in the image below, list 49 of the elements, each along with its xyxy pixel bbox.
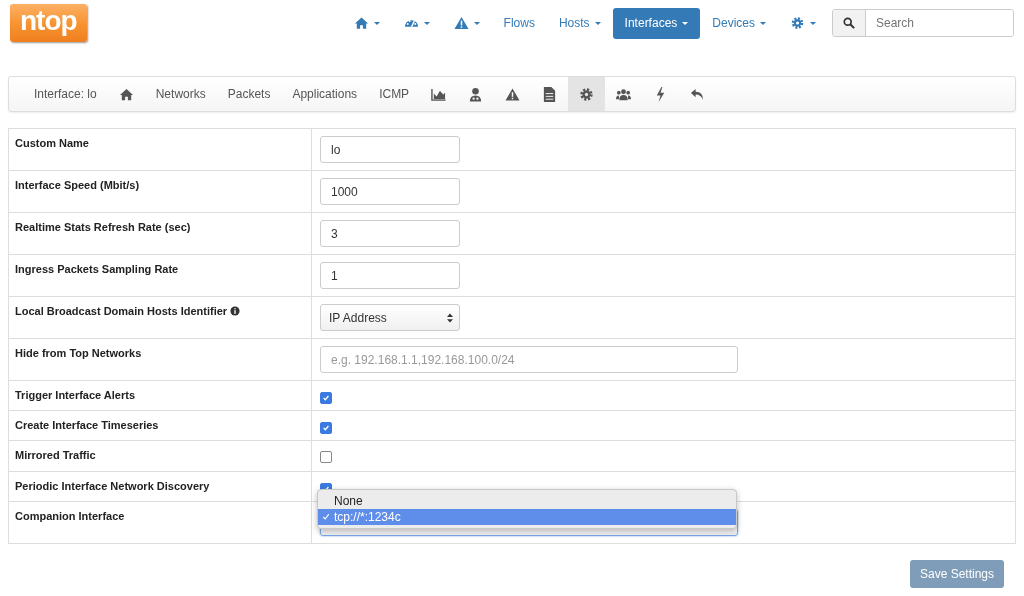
text-input[interactable]: e.g. 192.168.1.1,192.168.100.0/24 <box>320 346 738 373</box>
interface-tab[interactable]: Networks <box>144 77 217 111</box>
nav-menu-item[interactable]: Devices <box>700 7 778 39</box>
search-field[interactable]: Search <box>832 9 1014 37</box>
setting-label: Realtime Stats Refresh Rate (sec) <box>8 212 312 255</box>
setting-label: Create Interface Timeseries <box>8 410 312 441</box>
setting-label: Local Broadcast Domain Hosts Identifier <box>8 296 312 339</box>
interface-tab[interactable]: Applications <box>281 77 369 111</box>
setting-label: Ingress Packets Sampling Rate <box>8 254 312 297</box>
checkbox[interactable] <box>320 392 332 404</box>
reply-arrow-icon <box>690 86 706 102</box>
home-icon <box>118 86 134 102</box>
gear-icon <box>790 16 805 30</box>
checkbox[interactable] <box>320 422 332 434</box>
setting-label: Companion Interface <box>8 501 312 544</box>
setting-label: Custom Name <box>8 128 312 171</box>
setting-label: Hide from Top Networks <box>8 338 312 381</box>
setting-label: Periodic Interface Network Discovery <box>8 471 312 502</box>
checkbox[interactable] <box>320 451 332 463</box>
document-icon <box>542 86 558 102</box>
check-icon <box>322 394 330 402</box>
search-icon <box>843 17 855 29</box>
check-icon <box>322 424 330 432</box>
search-button[interactable] <box>833 10 866 36</box>
interface-tab[interactable]: Interface: lo <box>23 77 108 111</box>
check-icon <box>322 513 330 521</box>
setting-label: Mirrored Traffic <box>8 440 312 472</box>
gear-icon <box>579 86 595 102</box>
warning-icon <box>453 16 469 30</box>
area-chart-icon <box>431 86 447 102</box>
nav-menu-item[interactable]: Interfaces <box>612 7 701 39</box>
nav-menu-item[interactable]: Hosts <box>546 7 613 39</box>
text-input[interactable]: 3 <box>320 220 460 247</box>
group-icon <box>616 86 632 102</box>
user-icon <box>468 86 484 102</box>
nav-menu-item[interactable]: Flows <box>491 7 547 39</box>
warning-icon <box>505 86 521 102</box>
home-icon <box>353 16 369 30</box>
dropdown-option[interactable]: None <box>318 493 736 509</box>
interface-tab[interactable]: ICMP <box>368 77 421 111</box>
gear-tab[interactable] <box>568 77 606 111</box>
select-dropdown[interactable]: IP Address <box>320 304 460 331</box>
text-input[interactable]: 1 <box>320 262 460 289</box>
setting-label: Trigger Interface Alerts <box>8 380 312 411</box>
text-input[interactable]: lo <box>320 136 460 163</box>
interface-tab[interactable]: Packets <box>216 77 282 111</box>
text-input[interactable]: 1000 <box>320 178 460 205</box>
setting-label: Interface Speed (Mbit/s) <box>8 170 312 213</box>
up-down-arrows-icon <box>447 312 453 323</box>
